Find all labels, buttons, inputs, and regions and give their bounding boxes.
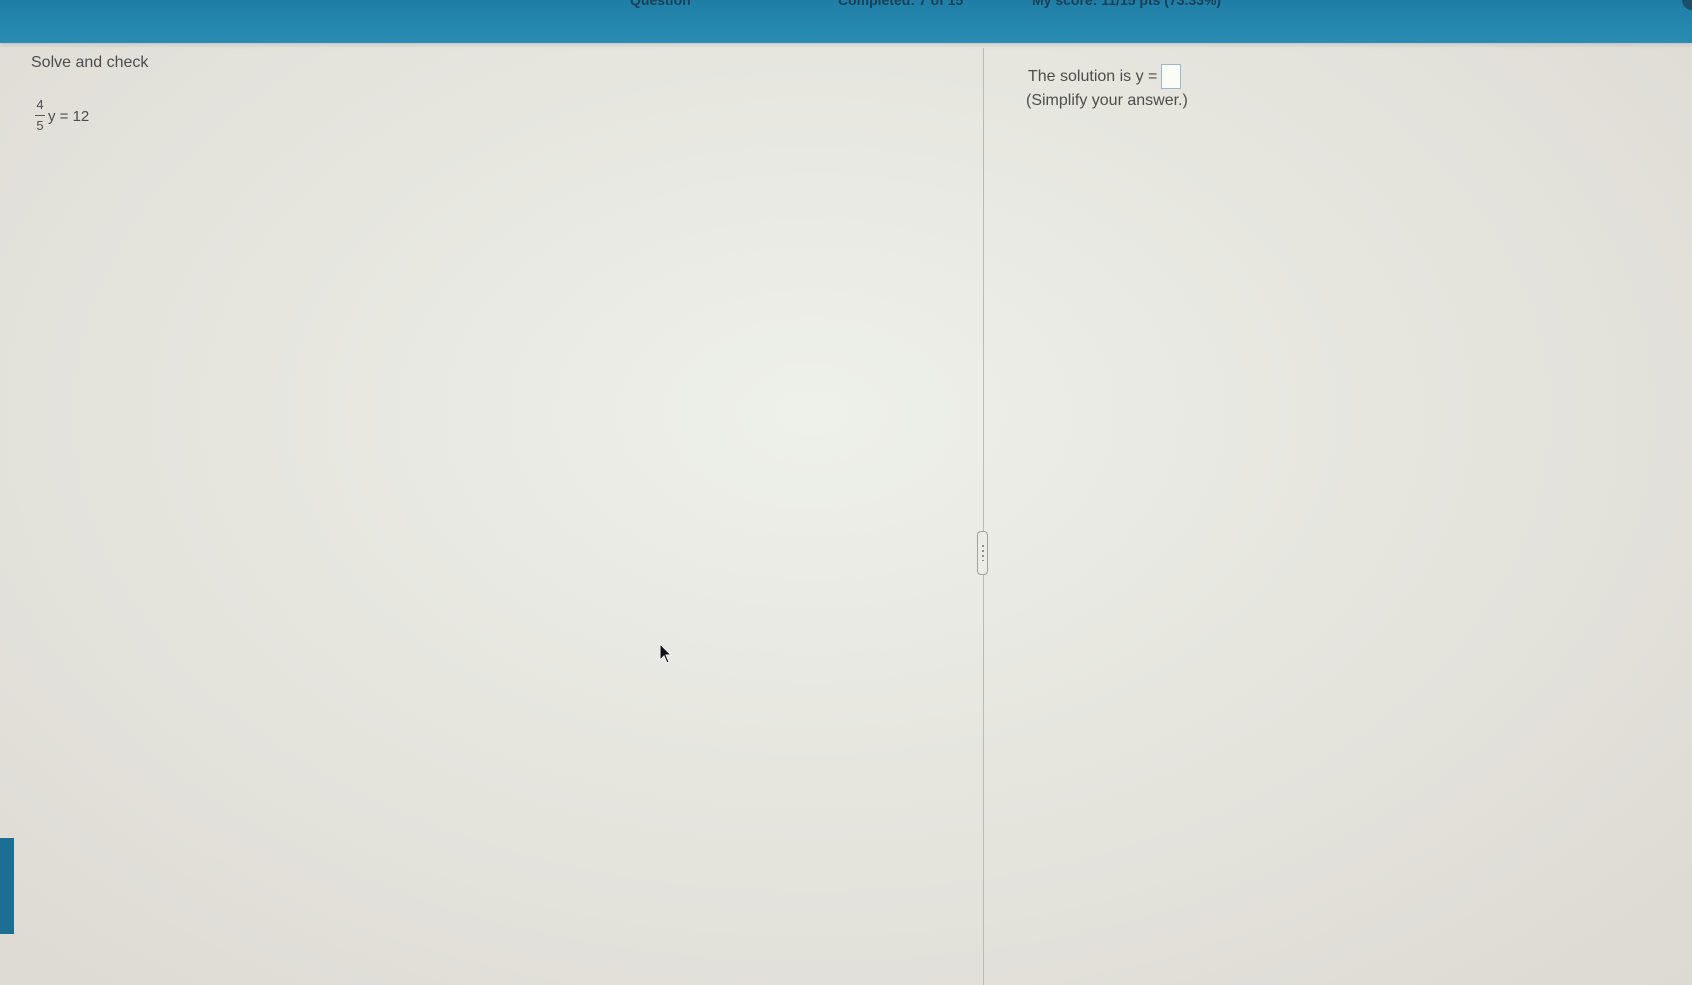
score-status: My score: 11/15 pts (73.33%) xyxy=(1032,0,1222,8)
simplify-hint: (Simplify your answer.) xyxy=(1026,92,1188,109)
completed-status: Completed: 7 of 15 xyxy=(838,0,964,8)
question-label: Question xyxy=(630,0,691,8)
fraction-denominator: 5 xyxy=(36,118,44,133)
left-edge-tab[interactable] xyxy=(0,838,14,934)
equation-fraction: 4 5 xyxy=(35,97,45,134)
fraction-numerator: 4 xyxy=(36,97,44,112)
drag-handle-dots xyxy=(982,545,984,561)
header-corner xyxy=(1682,0,1692,10)
mouse-pointer-icon xyxy=(659,643,673,664)
question-instruction: Solve and check xyxy=(31,54,149,71)
fraction-bar xyxy=(35,115,45,116)
solution-prompt: The solution is y = xyxy=(1028,67,1158,85)
question-panel xyxy=(0,43,985,985)
panel-divider xyxy=(983,48,984,985)
equation-rest: y = 12 xyxy=(48,108,90,125)
answer-panel xyxy=(990,43,1692,985)
top-header-bar: Question Completed: 7 of 15 My score: 11… xyxy=(0,0,1692,43)
question-equation: 4 5 y = 12 xyxy=(35,97,89,134)
answer-input[interactable] xyxy=(1161,64,1182,89)
drag-handle-icon[interactable] xyxy=(977,531,988,575)
solution-line: The solution is y = xyxy=(1028,64,1182,89)
